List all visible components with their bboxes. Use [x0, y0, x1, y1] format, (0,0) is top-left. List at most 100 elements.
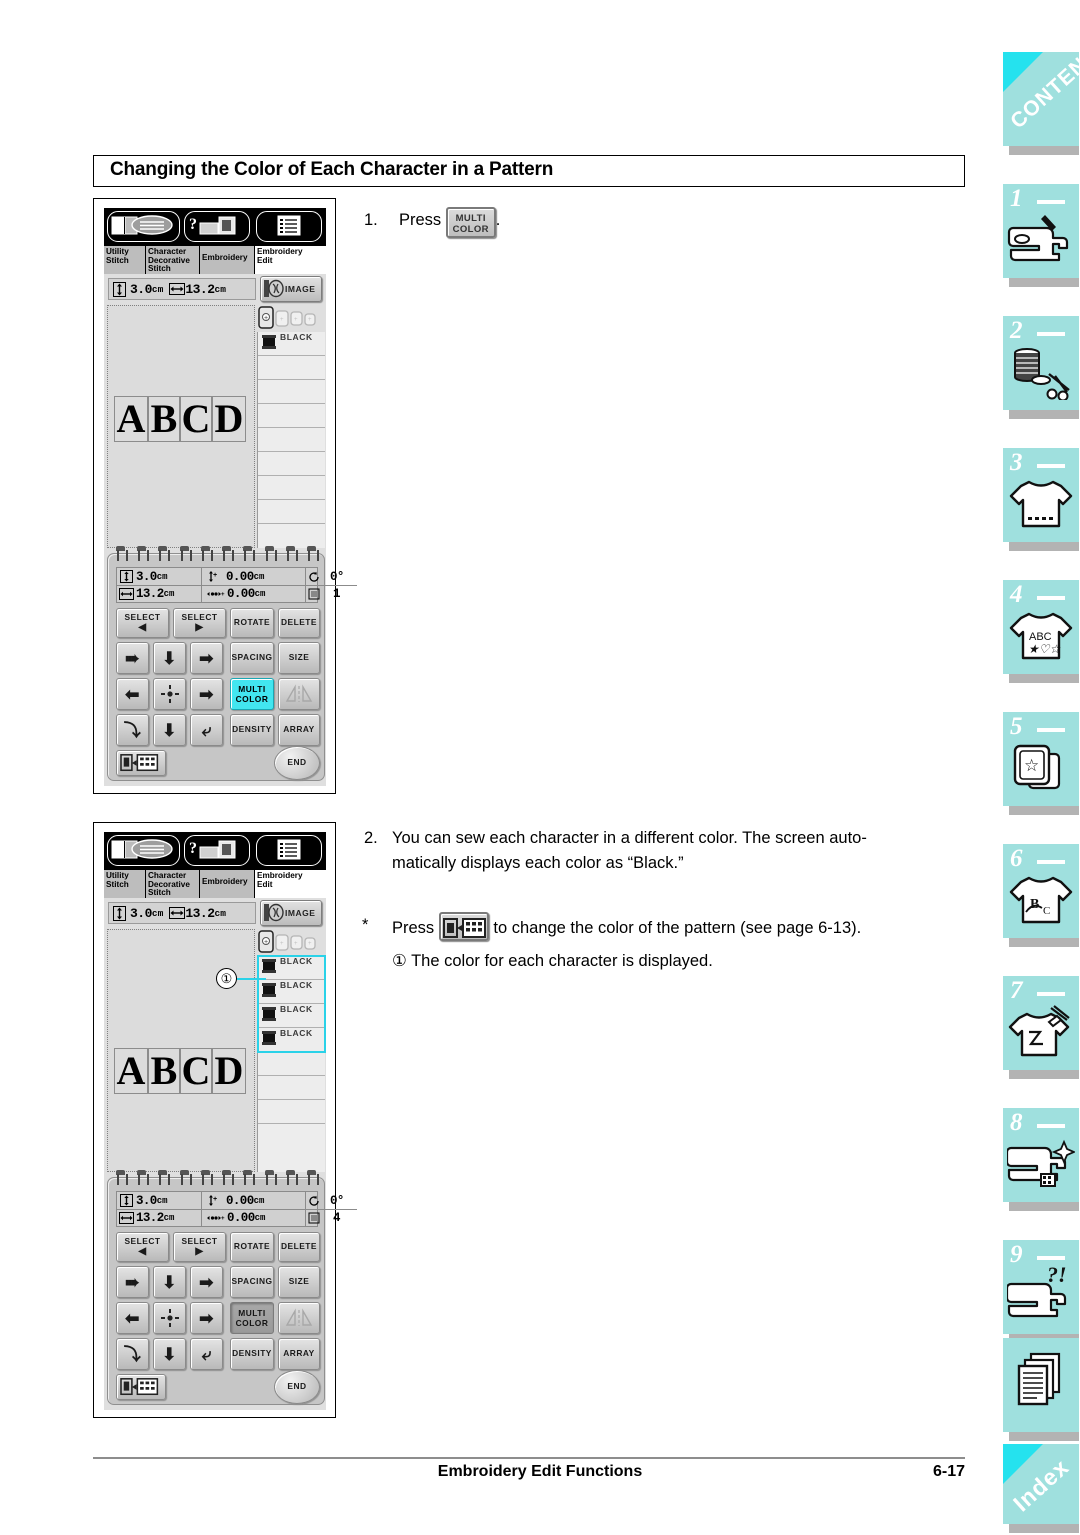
fig1-utility-icon-button[interactable] [107, 211, 180, 242]
fig2-spacing-button[interactable]: SPACING [230, 1266, 274, 1298]
sidebar-tab-contents[interactable]: CONTENTS [1003, 34, 1080, 155]
fig2-mirror-button[interactable] [278, 1302, 320, 1334]
thread-palette-inline-button[interactable] [438, 912, 489, 941]
fig2-color-row-1[interactable]: BLACK [258, 980, 325, 1004]
fig2-select-next-button[interactable]: SELECT ▶ [173, 1232, 226, 1262]
fig2-size-bar: 3.0 cm 13.2 cm [108, 902, 256, 924]
fig2-multi-color-button[interactable]: MULTI COLOR [230, 1302, 274, 1334]
fig1-color-row-empty-8[interactable] [258, 524, 325, 548]
fig1-color-row-empty-5[interactable] [258, 452, 325, 476]
fig1-key-console: 3.0 cm + 0.00 cm 0° 13.2 cm + 0.00 cm 1 … [107, 546, 357, 781]
fig1-image-button[interactable]: IMAGE [260, 276, 322, 302]
sidebar-tab-1[interactable]: 1 [1003, 184, 1079, 287]
multi-color-inline-label-2: COLOR [452, 224, 489, 235]
fig1-select-prev-button[interactable]: SELECT ◀ [116, 608, 169, 638]
fig2-color-row-empty-2[interactable] [258, 1076, 325, 1100]
fig2-utility-icon-button[interactable] [107, 835, 180, 866]
sidebar-tab-9[interactable]: 9 ?! [1003, 1240, 1079, 1343]
fig1-array-button[interactable]: ARRAY [278, 714, 320, 746]
fig2-embroidery-edit-icon-button[interactable] [256, 835, 322, 866]
fig2-move-down-button[interactable]: ⬇ [153, 1338, 186, 1370]
fig1-hoop-size-selector[interactable]: + + + + [257, 304, 325, 332]
fig2-color-row-empty-3[interactable] [258, 1100, 325, 1124]
sidebar-tab-7[interactable]: 7 [1003, 976, 1079, 1079]
multi-color-inline-button[interactable]: MULTI COLOR [445, 207, 496, 238]
fig2-move-up-button[interactable]: ⬇ [153, 1266, 186, 1298]
fig1-move-down-right-button[interactable]: ⤶ [190, 714, 223, 746]
fig1-delete-button[interactable]: DELETE [278, 608, 320, 638]
fig2-end-button[interactable]: END [274, 1370, 320, 1404]
fig2-hoop-size-selector[interactable]: + + + + [257, 928, 325, 956]
fig2-tab-embroidery-edit[interactable]: Embroidery Edit [255, 870, 326, 898]
sidebar-tab-5[interactable]: 5 ☆ [1003, 712, 1079, 815]
fig1-color-row-empty-3[interactable] [258, 404, 325, 428]
fig1-tab-utility-stitch[interactable]: Utility Stitch [104, 246, 146, 274]
fig2-array-button[interactable]: ARRAY [278, 1338, 320, 1370]
fig2-color-row-3[interactable]: BLACK [258, 1028, 325, 1052]
fig1-density-button[interactable]: DENSITY [230, 714, 274, 746]
sidebar-tab-appendix[interactable] [1003, 1338, 1079, 1441]
spool-icon [262, 1031, 276, 1045]
fig2-delete-button[interactable]: DELETE [278, 1232, 320, 1262]
fig1-move-up-button[interactable]: ⬇ [153, 642, 186, 674]
fig1-move-up-left-button[interactable]: ➠ [116, 642, 149, 674]
fig1-color-list[interactable]: BLACK [257, 332, 325, 548]
sidebar-tab-6[interactable]: 6 B C [1003, 844, 1079, 947]
fig1-thread-palette-button[interactable] [116, 750, 166, 776]
fig1-move-down-left-button[interactable]: ⤵ [116, 714, 149, 746]
thread-spool-scissors-icon [1007, 342, 1075, 404]
fig1-move-down-button[interactable]: ⬇ [153, 714, 186, 746]
fig2-move-up-left-button[interactable]: ➠ [116, 1266, 149, 1298]
sidebar-tab-8[interactable]: 8 [1003, 1108, 1079, 1211]
fig2-move-up-right-button[interactable]: ➡ [190, 1266, 223, 1298]
fig1-color-row-empty-1[interactable] [258, 356, 325, 380]
fig2-design-canvas[interactable]: A B C D [107, 929, 255, 1172]
fig1-embroidery-edit-icon-button[interactable] [256, 211, 322, 242]
sidebar-tab-4[interactable]: 4 ABC ★♡☆ [1003, 580, 1079, 683]
fig2-color-row-empty-1[interactable] [258, 1052, 325, 1076]
fig2-move-left-button[interactable]: ⬅ [116, 1302, 149, 1334]
sidebar-tab-2[interactable]: 2 [1003, 316, 1079, 419]
fig1-color-row-empty-7[interactable] [258, 500, 325, 524]
fig1-mirror-button[interactable] [278, 678, 320, 710]
fig1-select-next-button[interactable]: SELECT ▶ [173, 608, 226, 638]
fig2-tab-character-decorative-stitch[interactable]: Character Decorative Stitch [146, 870, 200, 898]
fig1-rotate-button[interactable]: ROTATE [230, 608, 274, 638]
fig1-character-icon-button[interactable]: ? [184, 211, 250, 242]
fig2-tab-embroidery[interactable]: Embroidery [200, 870, 255, 898]
fig1-color-row-empty-6[interactable] [258, 476, 325, 500]
sidebar-tab-index[interactable]: Index [1003, 1444, 1079, 1533]
fig1-tab-embroidery-edit[interactable]: Embroidery Edit [255, 246, 326, 274]
fig1-tab-embroidery[interactable]: Embroidery [200, 246, 255, 274]
fig2-move-down-right-button[interactable]: ⤶ [190, 1338, 223, 1370]
sidebar-tab-3[interactable]: 3 [1003, 448, 1079, 551]
fig1-size-button[interactable]: SIZE [278, 642, 320, 674]
fig1-color-row-empty-2[interactable] [258, 380, 325, 404]
fig2-color-row-0[interactable]: BLACK [258, 956, 325, 980]
fig2-density-button[interactable]: DENSITY [230, 1338, 274, 1370]
fig1-tab-character-decorative-stitch[interactable]: Character Decorative Stitch [146, 246, 200, 274]
fig2-color-list[interactable]: BLACK BLACK BLACK BLACK [257, 955, 326, 1172]
fig2-tab-utility-stitch[interactable]: Utility Stitch [104, 870, 146, 898]
fig1-center-button[interactable] [153, 678, 186, 710]
fig1-spacing-button[interactable]: SPACING [230, 642, 274, 674]
fig2-select-prev-button[interactable]: SELECT ◀ [116, 1232, 169, 1262]
fig2-rotate-button[interactable]: ROTATE [230, 1232, 274, 1262]
fig1-color-row-0[interactable]: BLACK [258, 332, 325, 356]
fig1-design-canvas[interactable]: A B C D [107, 305, 255, 548]
fig1-move-left-button[interactable]: ⬅ [116, 678, 149, 710]
fig1-color-row-empty-4[interactable] [258, 428, 325, 452]
fig2-image-button[interactable]: IMAGE [260, 900, 322, 926]
fig2-color-row-empty-4[interactable] [258, 1124, 325, 1148]
fig2-center-button[interactable] [153, 1302, 186, 1334]
fig2-move-right-button[interactable]: ➡ [190, 1302, 223, 1334]
fig2-color-row-2[interactable]: BLACK [258, 1004, 325, 1028]
fig1-move-right-button[interactable]: ➡ [190, 678, 223, 710]
fig2-size-button[interactable]: SIZE [278, 1266, 320, 1298]
fig1-end-button[interactable]: END [274, 746, 320, 780]
fig2-character-icon-button[interactable]: ? [184, 835, 250, 866]
fig2-thread-palette-button[interactable] [116, 1374, 166, 1400]
fig1-multi-color-button[interactable]: MULTI COLOR [230, 678, 274, 710]
fig2-move-down-left-button[interactable]: ⤵ [116, 1338, 149, 1370]
fig1-move-up-right-button[interactable]: ➡ [190, 642, 223, 674]
